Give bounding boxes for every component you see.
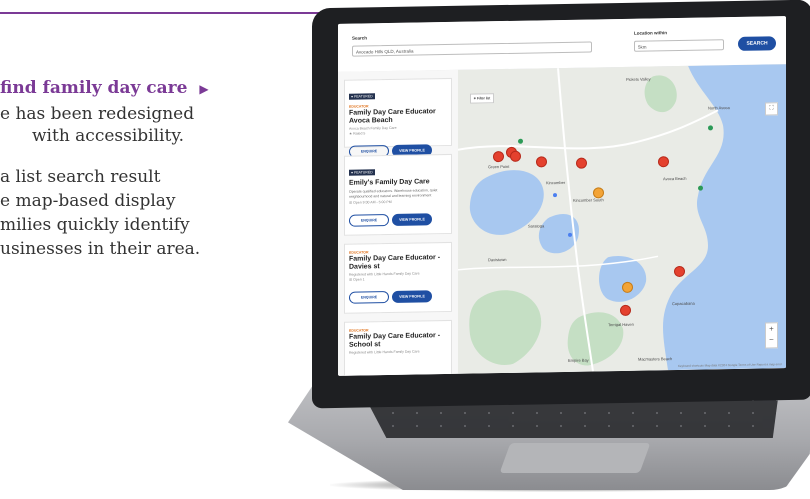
place-marker-icon [553,193,557,198]
result-card[interactable]: ● FEATURED Emily's Family Day Care Opera… [344,153,452,236]
enquire-button[interactable]: ENQUIRE [349,291,389,304]
map-label: Terrigal Haven [608,321,634,328]
map-label: Macmasters Beach [638,356,673,362]
result-card[interactable]: EDUCATOR Family Day Care Educator - Scho… [344,319,452,376]
promo-line-4: e map-based display [0,191,176,211]
promo-line-3: a list search result [0,167,161,187]
promo-line-1: e has been redesigned [0,104,195,124]
results-map[interactable]: ≡ Filter list ⛶ Pickets Valley North Avo… [458,64,786,374]
featured-badge: ● FEATURED [349,169,375,176]
search-input[interactable]: Avocado Hills QLD, Australia [352,41,592,57]
view-profile-button[interactable]: VIEW PROFILE [392,213,432,226]
search-label: Search [352,35,368,41]
view-profile-button[interactable]: VIEW PROFILE [392,290,432,303]
map-label: Green Point [488,163,510,170]
fullscreen-icon[interactable]: ⛶ [765,102,778,116]
map-label: Avoca Beach [663,175,687,182]
caret-right-icon: ▶ [199,82,209,96]
map-label: Kincumber [546,179,566,186]
result-card[interactable]: EDUCATOR Family Day Care Educator - Davi… [344,241,452,314]
map-label: Copacabana [672,300,695,307]
promo-heading-text: find family day care [0,78,188,98]
map-label: North Avoca [708,105,730,111]
promo-line-5: milies quickly identify [0,215,190,235]
map-canvas [458,64,786,374]
results-list[interactable]: ● FEATURED EDUCATOR Family Day Care Educ… [338,69,458,376]
result-card[interactable]: ● FEATURED EDUCATOR Family Day Care Educ… [344,77,452,158]
location-select[interactable]: 5km [634,39,724,52]
search-button[interactable]: SEARCH [738,36,776,51]
card-title[interactable]: Family Day Care Educator Avoca Beach [349,108,447,126]
featured-badge: ● FEATURED [349,93,375,100]
laptop-screen: Search Avocado Hills QLD, Australia Loca… [338,16,786,376]
card-meta: ☰ Open 1 [349,277,365,282]
location-label: Location within [634,30,667,36]
card-title[interactable]: Emily's Family Day Care [349,178,447,188]
accent-rule [0,12,322,14]
zoom-controls[interactable]: + − [765,322,778,349]
touchpad [499,443,651,473]
card-title[interactable]: Family Day Care Educator - School st [349,332,447,350]
filter-list-chip[interactable]: ≡ Filter list [470,93,494,104]
zoom-in-icon[interactable]: + [766,323,777,334]
promo-line-2: with accessibility. [32,126,185,146]
map-label: Saratoga [528,223,545,229]
promo-heading[interactable]: find family day care ▶ [0,78,209,98]
zoom-out-icon[interactable]: − [766,334,777,345]
card-description: Operate qualified educators. Warehouse e… [349,188,438,199]
card-title[interactable]: Family Day Care Educator - Davies st [349,254,447,272]
card-subtitle: Registered with Little Hands Family Day … [349,349,420,355]
promo-line-6: usinesses in their area. [0,239,201,259]
map-label: Pickets Valley [626,76,651,82]
card-meta: ☰ Open 9:00 AM - 5:00 PM [349,199,392,205]
map-label: Empire Bay [568,357,589,363]
enquire-button[interactable]: ENQUIRE [349,214,389,227]
map-label: Davistown [488,256,507,263]
card-meta: ★ Rated 5 [349,131,366,136]
